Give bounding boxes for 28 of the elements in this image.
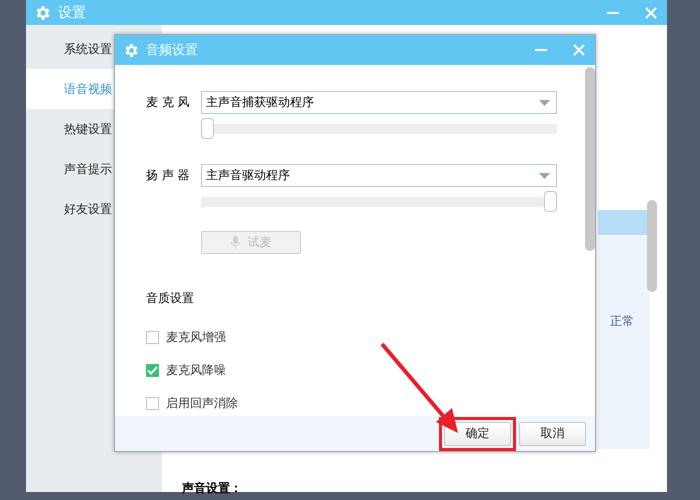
device-dropdown[interactable]: 主声音驱动程序 [201, 164, 557, 187]
checkbox-label: 启用回声消除 [166, 395, 238, 412]
settings-icon [34, 4, 52, 22]
section-heading: 声音设置： [182, 480, 242, 497]
checkbox-label: 麦克风增强 [166, 329, 226, 346]
microphone-icon [230, 236, 240, 249]
window-title: 设置 [58, 4, 87, 22]
close-icon[interactable] [645, 6, 657, 18]
scrollbar-thumb[interactable] [647, 200, 657, 292]
volume-slider-thumb[interactable] [201, 118, 214, 139]
checkbox[interactable] [146, 364, 159, 377]
table-cell: 正常 [610, 313, 634, 330]
checkbox-label: 麦克风降噪 [166, 362, 226, 379]
device-label: 扬 声 器 [146, 167, 191, 184]
settings-icon [123, 42, 140, 58]
dialog-button[interactable]: 取消 [519, 422, 586, 446]
dropdown-arrow-icon [539, 100, 550, 106]
checkbox[interactable] [146, 331, 159, 344]
volume-slider-thumb[interactable] [544, 191, 557, 212]
close-icon[interactable] [573, 44, 585, 56]
dialog-title: 音频设置 [146, 42, 199, 59]
dialog-button[interactable]: 确定 [444, 422, 511, 446]
scrollbar-thumb[interactable] [585, 67, 595, 251]
checkbox[interactable] [146, 397, 159, 410]
table-header [598, 210, 650, 235]
section-heading: 音质设置 [146, 290, 195, 307]
device-dropdown[interactable]: 主声音捕获驱动程序 [201, 91, 557, 114]
dropdown-arrow-icon [539, 172, 550, 178]
